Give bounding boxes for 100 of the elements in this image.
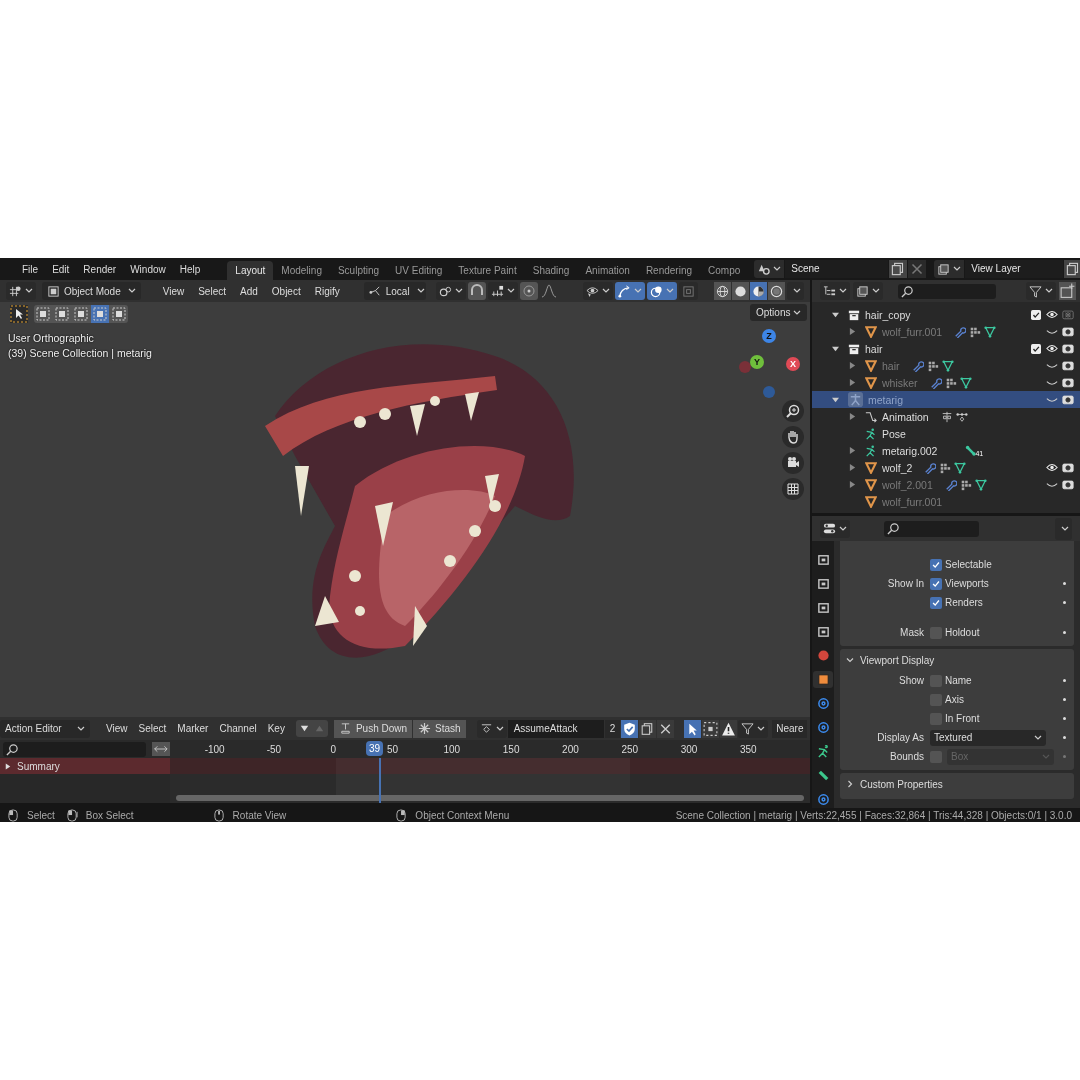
workspace-tab[interactable]: UV Editing xyxy=(387,261,451,280)
menu-item[interactable]: Marker xyxy=(172,723,214,734)
copy-icon[interactable] xyxy=(639,719,657,738)
scene-browse-button[interactable] xyxy=(754,260,785,278)
scrollbar[interactable] xyxy=(176,795,804,801)
menu-item[interactable]: Window xyxy=(123,263,173,275)
keyframe-dot[interactable] xyxy=(1062,582,1066,585)
outliner-row[interactable]: whisker xyxy=(812,374,1080,391)
exclude-checkbox[interactable] xyxy=(1031,309,1041,320)
options-dropdown[interactable]: Options xyxy=(750,304,808,321)
menu-item[interactable]: Key xyxy=(262,723,290,734)
closed-eye-icon[interactable] xyxy=(1046,327,1058,336)
wrench-icon[interactable] xyxy=(944,478,957,491)
action-browse-button[interactable] xyxy=(476,719,507,738)
menu-item[interactable]: Add xyxy=(234,285,264,297)
eye-icon[interactable] xyxy=(1046,463,1058,472)
filter-button[interactable] xyxy=(1026,282,1056,300)
pivot-point-button[interactable] xyxy=(435,282,466,300)
wrench-icon[interactable] xyxy=(924,461,937,474)
menu-item[interactable]: File xyxy=(15,263,46,275)
vertex-groups-icon[interactable] xyxy=(944,376,957,389)
view-layer-name-field[interactable]: View Layer xyxy=(965,260,1064,278)
menu-item[interactable]: Edit xyxy=(45,263,77,275)
hand-icon[interactable] xyxy=(782,426,804,448)
expand-arrow-icon[interactable] xyxy=(849,379,856,386)
workspace-tab[interactable]: Compo xyxy=(700,261,749,280)
close-icon[interactable] xyxy=(657,719,675,738)
summary-channel[interactable]: Summary xyxy=(0,758,170,774)
menu-item[interactable]: Rigify xyxy=(308,285,346,297)
expand-arrow-icon[interactable] xyxy=(849,328,856,335)
keyframes-icon[interactable] xyxy=(955,410,968,423)
expand-arrow-icon[interactable] xyxy=(849,447,856,454)
expand-arrow-icon[interactable] xyxy=(849,413,856,420)
selection-mode-icon[interactable] xyxy=(110,305,128,323)
mesh-data-icon[interactable] xyxy=(954,461,967,474)
editor-type-button[interactable] xyxy=(820,519,850,538)
menu-item[interactable]: View xyxy=(156,285,191,297)
property-checkbox[interactable]: Holdout xyxy=(930,626,980,639)
workspace-tab[interactable]: Shading xyxy=(524,261,578,280)
selection-mode-icon[interactable] xyxy=(91,305,109,323)
outliner-row[interactable]: wolf_2.001 xyxy=(812,476,1080,493)
falloff-curve-icon[interactable] xyxy=(539,282,558,300)
box-select-icon[interactable] xyxy=(702,719,720,738)
property-checkbox[interactable]: Name xyxy=(930,674,972,687)
vertex-groups-icon[interactable] xyxy=(969,325,982,338)
expand-arrow-icon[interactable] xyxy=(849,362,856,369)
axis-handle[interactable]: Z xyxy=(762,329,776,343)
xray-toggle[interactable] xyxy=(679,282,698,300)
property-checkbox[interactable]: Axis xyxy=(930,693,964,706)
wrench-icon[interactable] xyxy=(954,325,967,338)
push-down-button[interactable]: Push Down xyxy=(333,719,413,738)
vertex-groups-icon[interactable] xyxy=(939,461,952,474)
negative-x-axis-dot[interactable] xyxy=(739,361,751,373)
filter-button[interactable] xyxy=(738,719,769,738)
outliner-row[interactable]: wolf_2 xyxy=(812,459,1080,476)
menu-item[interactable]: Object xyxy=(265,285,307,297)
selection-mode-icon[interactable] xyxy=(34,305,52,323)
action-name-field[interactable]: AssumeAttack xyxy=(507,719,604,738)
wireframe-shading-button[interactable] xyxy=(714,282,731,300)
eye-icon[interactable] xyxy=(1046,344,1058,353)
camera-icon[interactable] xyxy=(782,452,804,474)
editor-type-button[interactable] xyxy=(6,282,36,300)
keyframe-dot[interactable] xyxy=(1062,698,1066,701)
select-cursor-icon[interactable] xyxy=(10,305,28,323)
keyframe-dot[interactable] xyxy=(1062,601,1066,604)
selection-mode-icon[interactable] xyxy=(53,305,71,323)
gizmo-toggle[interactable] xyxy=(615,282,645,300)
mesh-data-icon[interactable] xyxy=(974,478,987,491)
workspace-tab[interactable]: Texture Paint xyxy=(450,261,525,280)
display-dropdown[interactable]: Textured xyxy=(930,729,1046,746)
property-checkbox[interactable]: Renders xyxy=(930,596,983,609)
wrench-icon[interactable] xyxy=(929,376,942,389)
new-collection-icon[interactable] xyxy=(1059,282,1076,300)
wrench-icon[interactable] xyxy=(911,359,924,372)
copy-icon[interactable] xyxy=(889,260,908,278)
shield-icon[interactable] xyxy=(621,719,639,738)
workspace-tab[interactable]: Animation xyxy=(577,261,638,280)
proportional-editing-icon[interactable] xyxy=(519,282,538,300)
workspace-tab[interactable]: Modeling xyxy=(273,261,330,280)
expand-arrow-icon[interactable] xyxy=(849,481,856,488)
transform-orientation-dropdown[interactable]: Local xyxy=(363,282,426,300)
workspace-tab[interactable]: Sculpting xyxy=(329,261,388,280)
close-icon[interactable] xyxy=(908,260,927,278)
keyframe-dot[interactable] xyxy=(1062,631,1066,634)
options-dropdown[interactable] xyxy=(1055,517,1072,540)
mesh-data-icon[interactable] xyxy=(984,325,997,338)
snap-dropdown[interactable]: Neare xyxy=(772,719,808,738)
panel-header[interactable]: Viewport Display xyxy=(840,649,1074,671)
outliner-row[interactable]: hair xyxy=(812,357,1080,374)
expand-arrow-icon[interactable] xyxy=(832,396,839,403)
eye-icon[interactable] xyxy=(1046,310,1058,319)
material-shading-button[interactable] xyxy=(750,282,767,300)
outliner-row[interactable]: hair_copy xyxy=(812,306,1080,323)
snap-target-button[interactable] xyxy=(487,282,518,300)
closed-eye-icon[interactable] xyxy=(1046,395,1058,404)
search-field[interactable] xyxy=(884,520,979,537)
view-layer-browse-button[interactable] xyxy=(934,260,965,278)
shading-options-button[interactable] xyxy=(787,282,804,300)
warning-icon[interactable] xyxy=(720,719,738,738)
menu-item[interactable]: Select xyxy=(133,723,172,734)
